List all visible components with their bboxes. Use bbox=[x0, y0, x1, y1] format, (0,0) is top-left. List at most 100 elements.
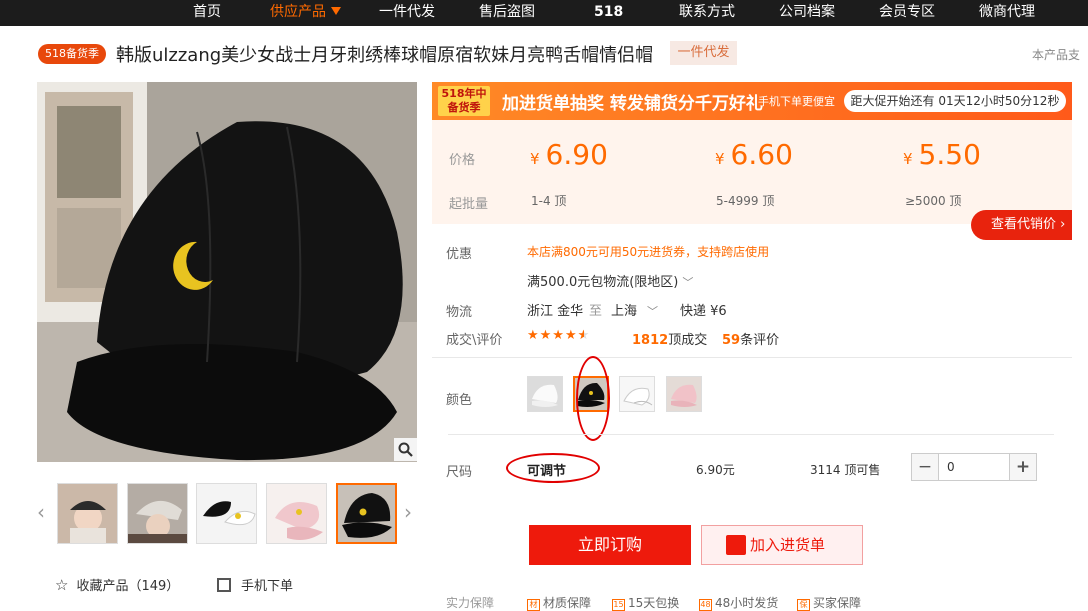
thumb-prev-arrow[interactable]: ‹ bbox=[37, 500, 45, 524]
discount-label: 优惠 bbox=[446, 247, 473, 262]
order-now-button[interactable]: 立即订购 bbox=[529, 525, 691, 565]
promo-badge: 518备货季 bbox=[38, 44, 106, 64]
ship-to-select[interactable]: 上海 ﹀ bbox=[611, 300, 658, 319]
thumbnail-4[interactable] bbox=[266, 483, 327, 544]
review-count-value: 59 bbox=[722, 333, 741, 348]
thumbnail-3[interactable] bbox=[196, 483, 257, 544]
nav-item-products-label: 供应产品 bbox=[270, 4, 326, 20]
nav-item-company[interactable]: 公司档案 bbox=[779, 0, 835, 26]
caret-down-icon bbox=[331, 7, 341, 15]
annotation-circle-size bbox=[506, 453, 600, 483]
review-count-suffix: 条评价 bbox=[740, 333, 780, 348]
countdown-timer: 距大促开始还有 01天12小时50分12秒 bbox=[844, 90, 1066, 112]
divider bbox=[448, 434, 1054, 435]
mobile-order-link[interactable]: 手机下单 bbox=[217, 575, 293, 594]
deal-count-suffix: 顶成交 bbox=[668, 333, 708, 348]
price-tier-3-value: 5.50 bbox=[918, 138, 981, 171]
mobile-order-label: 手机下单 bbox=[241, 579, 294, 594]
add-to-cart-button[interactable]: 加入进货单 bbox=[701, 525, 863, 565]
nav-item-contact[interactable]: 联系方式 bbox=[679, 0, 735, 26]
coupon-text[interactable]: 本店满800元可用50元进货券，支持跨店使用 bbox=[527, 243, 769, 260]
thumb-black-cap-image bbox=[338, 485, 395, 542]
thumb-girl-cap-image-2 bbox=[128, 484, 187, 543]
nav-item-members[interactable]: 会员专区 bbox=[879, 0, 935, 26]
ship-to-word: 至 bbox=[589, 304, 603, 319]
main-product-image[interactable] bbox=[37, 82, 417, 462]
magnifier-icon bbox=[398, 442, 413, 457]
white-cap-swatch-image bbox=[528, 377, 562, 411]
promo-banner[interactable]: 518年中 备货季 加进货单抽奖 转发铺货分千万好礼 手机下单更便宜 距大促开始还… bbox=[432, 82, 1072, 120]
nav-item-home[interactable]: 首页 bbox=[193, 0, 221, 26]
chevron-down-icon: ﹀ bbox=[682, 276, 694, 289]
review-count[interactable]: 59条评价 bbox=[722, 329, 779, 348]
thumbnail-5[interactable] bbox=[336, 483, 397, 544]
quantity-input[interactable]: 0 bbox=[938, 454, 1010, 480]
dropship-tag: 一件代发 bbox=[670, 41, 737, 65]
guarantee-item-4: 保买家保障 bbox=[797, 594, 861, 611]
increment-button[interactable]: + bbox=[1010, 454, 1036, 480]
favorite-link[interactable]: ☆ 收藏产品（149） bbox=[55, 575, 179, 594]
ship-from: 浙江 金华 bbox=[527, 304, 584, 319]
color-swatch-white-2[interactable] bbox=[619, 376, 655, 412]
qty-tier-3: ≥5000 顶 bbox=[905, 194, 962, 208]
nav-item-518[interactable]: 518 bbox=[594, 0, 623, 26]
thumb-white-cap-image bbox=[197, 484, 256, 543]
white-cap-swatch-image-2 bbox=[620, 377, 654, 411]
size-label: 尺码 bbox=[446, 465, 473, 480]
color-label: 颜色 bbox=[446, 393, 473, 408]
qty-tier-2: 5-4999 顶 bbox=[716, 194, 775, 208]
currency-symbol: ¥ bbox=[530, 150, 540, 168]
chevron-down-icon: ﹀ bbox=[647, 305, 659, 318]
qr-code-icon bbox=[217, 578, 231, 592]
price-tier-2: ¥6.60 bbox=[715, 138, 793, 171]
reviews-label: 成交\评价 bbox=[446, 333, 503, 348]
nav-item-after-sales[interactable]: 售后盗图 bbox=[479, 0, 535, 26]
add-to-cart-label: 加入进货单 bbox=[750, 536, 826, 554]
price-tier-2-value: 6.60 bbox=[730, 138, 793, 171]
guarantee-item-2: 15 15天包换 bbox=[612, 594, 679, 611]
nav-item-products[interactable]: 供应产品 bbox=[270, 0, 341, 26]
pink-cap-swatch-image bbox=[667, 377, 701, 411]
buyer-protection-icon: 保 bbox=[797, 599, 810, 611]
deal-count[interactable]: 1812顶成交 bbox=[632, 329, 707, 348]
forty-eight-hours-icon: 48 bbox=[699, 599, 712, 611]
currency-symbol: ¥ bbox=[715, 150, 725, 168]
cart-icon bbox=[726, 535, 746, 555]
color-swatch-pink[interactable] bbox=[666, 376, 702, 412]
material-icon: 材 bbox=[527, 599, 540, 611]
promo-text: 加进货单抽奖 转发铺货分千万好礼 bbox=[502, 94, 763, 114]
support-text: 本产品支 bbox=[1032, 48, 1081, 62]
nav-item-agents[interactable]: 微商代理 bbox=[979, 0, 1035, 26]
price-tier-1-value: 6.90 bbox=[545, 138, 608, 171]
view-dropship-price-button[interactable]: 查看代销价 › bbox=[971, 210, 1072, 240]
top-nav: 首页 供应产品 一件代发 售后盗图 518 联系方式 公司档案 会员专区 微商代… bbox=[0, 0, 1088, 26]
deal-count-value: 1812 bbox=[632, 333, 669, 348]
promo-logo-line1: 518年中 bbox=[441, 87, 487, 100]
thumb-next-arrow[interactable]: › bbox=[404, 500, 412, 524]
guarantee-item-3: 48 48小时发货 bbox=[699, 594, 778, 611]
favorite-label: 收藏产品（149） bbox=[76, 579, 180, 594]
promo-sub: 手机下单更便宜 bbox=[758, 95, 835, 108]
free-shipping-dropdown[interactable]: 满500.0元包物流(限地区) ﹀ bbox=[527, 271, 693, 290]
thumb-pink-cap-image bbox=[267, 484, 326, 543]
thumbnail-1[interactable] bbox=[57, 483, 118, 544]
guarantee-item-3-label: 48小时发货 bbox=[715, 596, 779, 610]
thumbnail-2[interactable] bbox=[127, 483, 188, 544]
nav-item-dropship[interactable]: 一件代发 bbox=[379, 0, 435, 26]
price-tier-3: ¥5.50 bbox=[903, 138, 981, 171]
free-shipping-text: 满500.0元包物流(限地区) bbox=[527, 275, 679, 290]
guarantee-item-1: 材材质保障 bbox=[527, 594, 591, 611]
guarantee-label: 实力保障 bbox=[446, 596, 495, 610]
stock-available: 3114 顶可售 bbox=[810, 463, 881, 477]
rating-stars: ★★★★★★ bbox=[527, 328, 591, 343]
color-swatch-white[interactable] bbox=[527, 376, 563, 412]
price-label: 价格 bbox=[449, 153, 476, 168]
currency-symbol: ¥ bbox=[903, 150, 913, 168]
quantity-stepper: − 0 + bbox=[911, 453, 1037, 481]
star-outline-icon: ☆ bbox=[55, 576, 69, 594]
qty-label: 起批量 bbox=[449, 197, 489, 212]
promo-logo-line2: 备货季 bbox=[447, 101, 481, 114]
decrement-button[interactable]: − bbox=[912, 454, 938, 480]
zoom-button[interactable] bbox=[394, 438, 417, 461]
annotation-circle-color bbox=[576, 356, 610, 441]
